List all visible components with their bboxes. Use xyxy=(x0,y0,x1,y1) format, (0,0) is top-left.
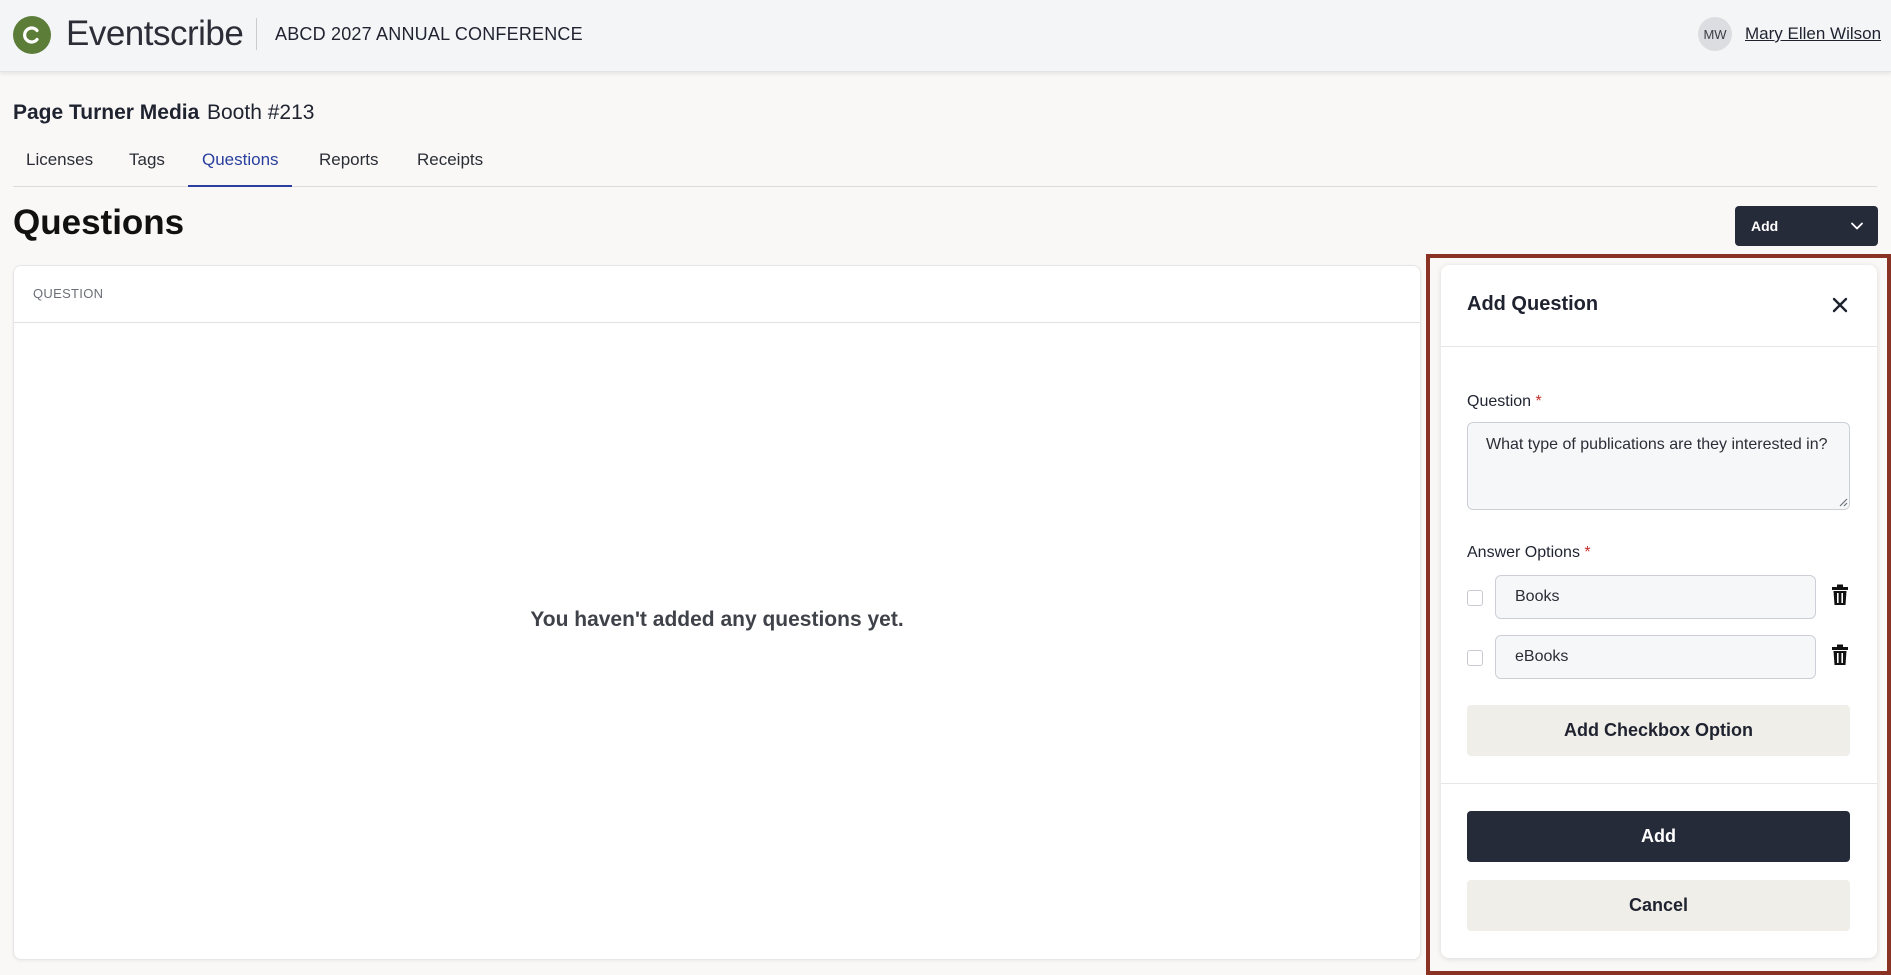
chevron-down-icon xyxy=(1851,222,1863,230)
event-title: ABCD 2027 ANNUAL CONFERENCE xyxy=(275,24,583,44)
tab-reports[interactable]: Reports xyxy=(319,150,379,170)
required-marker: * xyxy=(1584,544,1591,561)
option-input[interactable]: eBooks xyxy=(1495,635,1816,679)
add-dropdown-button[interactable]: Add xyxy=(1735,206,1878,246)
option-input[interactable]: Books xyxy=(1495,575,1816,619)
question-label-text: Question xyxy=(1467,393,1532,410)
answer-option-row: eBooks xyxy=(1467,635,1857,679)
active-tab-indicator xyxy=(188,185,292,187)
tab-licenses[interactable]: Licenses xyxy=(26,150,93,170)
topbar-divider xyxy=(256,18,257,50)
page-title: Questions xyxy=(13,203,185,242)
user-avatar[interactable]: MW xyxy=(1698,17,1732,51)
panel-footer-divider xyxy=(1441,783,1877,784)
trash-icon[interactable] xyxy=(1831,644,1849,666)
question-label: Question * xyxy=(1467,393,1542,411)
resize-handle-icon[interactable] xyxy=(1838,497,1848,507)
questions-table: QUESTION You haven't added any questions… xyxy=(13,265,1421,960)
panel-header-divider xyxy=(1441,346,1877,347)
top-bar: Eventscribe ABCD 2027 ANNUAL CONFERENCE … xyxy=(0,0,1891,72)
eventscribe-logo-icon[interactable] xyxy=(13,16,51,54)
booth-number: Booth #213 xyxy=(207,101,315,124)
tab-questions[interactable]: Questions xyxy=(202,150,279,170)
company-name: Page Turner Media xyxy=(13,101,200,124)
tab-receipts[interactable]: Receipts xyxy=(417,150,483,170)
add-checkbox-option-button[interactable]: Add Checkbox Option xyxy=(1467,705,1850,756)
trash-icon[interactable] xyxy=(1831,584,1849,606)
option-checkbox[interactable] xyxy=(1467,590,1483,606)
panel-title: Add Question xyxy=(1467,293,1599,315)
empty-state-message: You haven't added any questions yet. xyxy=(530,608,904,631)
question-textarea[interactable]: What type of publications are they inter… xyxy=(1467,422,1850,510)
answer-option-row: Books xyxy=(1467,575,1857,619)
logo-c-glyph xyxy=(23,26,39,44)
add-dropdown-label: Add xyxy=(1751,218,1779,234)
cancel-button[interactable]: Cancel xyxy=(1467,880,1850,931)
submit-add-button[interactable]: Add xyxy=(1467,811,1850,862)
close-icon[interactable] xyxy=(1828,293,1852,317)
required-marker: * xyxy=(1535,393,1542,410)
user-name-link[interactable]: Mary Ellen Wilson xyxy=(1745,24,1881,44)
answer-options-label-text: Answer Options xyxy=(1467,544,1580,561)
add-question-panel: Add Question Question * What type of pub… xyxy=(1441,265,1877,958)
table-header-row: QUESTION xyxy=(14,266,1420,323)
tab-tags[interactable]: Tags xyxy=(129,150,165,170)
tab-bar: Licenses Tags Questions Reports Receipts xyxy=(13,140,1877,187)
column-header-question[interactable]: QUESTION xyxy=(33,286,103,301)
option-checkbox[interactable] xyxy=(1467,650,1483,666)
brand-name[interactable]: Eventscribe xyxy=(66,14,244,54)
answer-options-label: Answer Options * xyxy=(1467,544,1591,562)
